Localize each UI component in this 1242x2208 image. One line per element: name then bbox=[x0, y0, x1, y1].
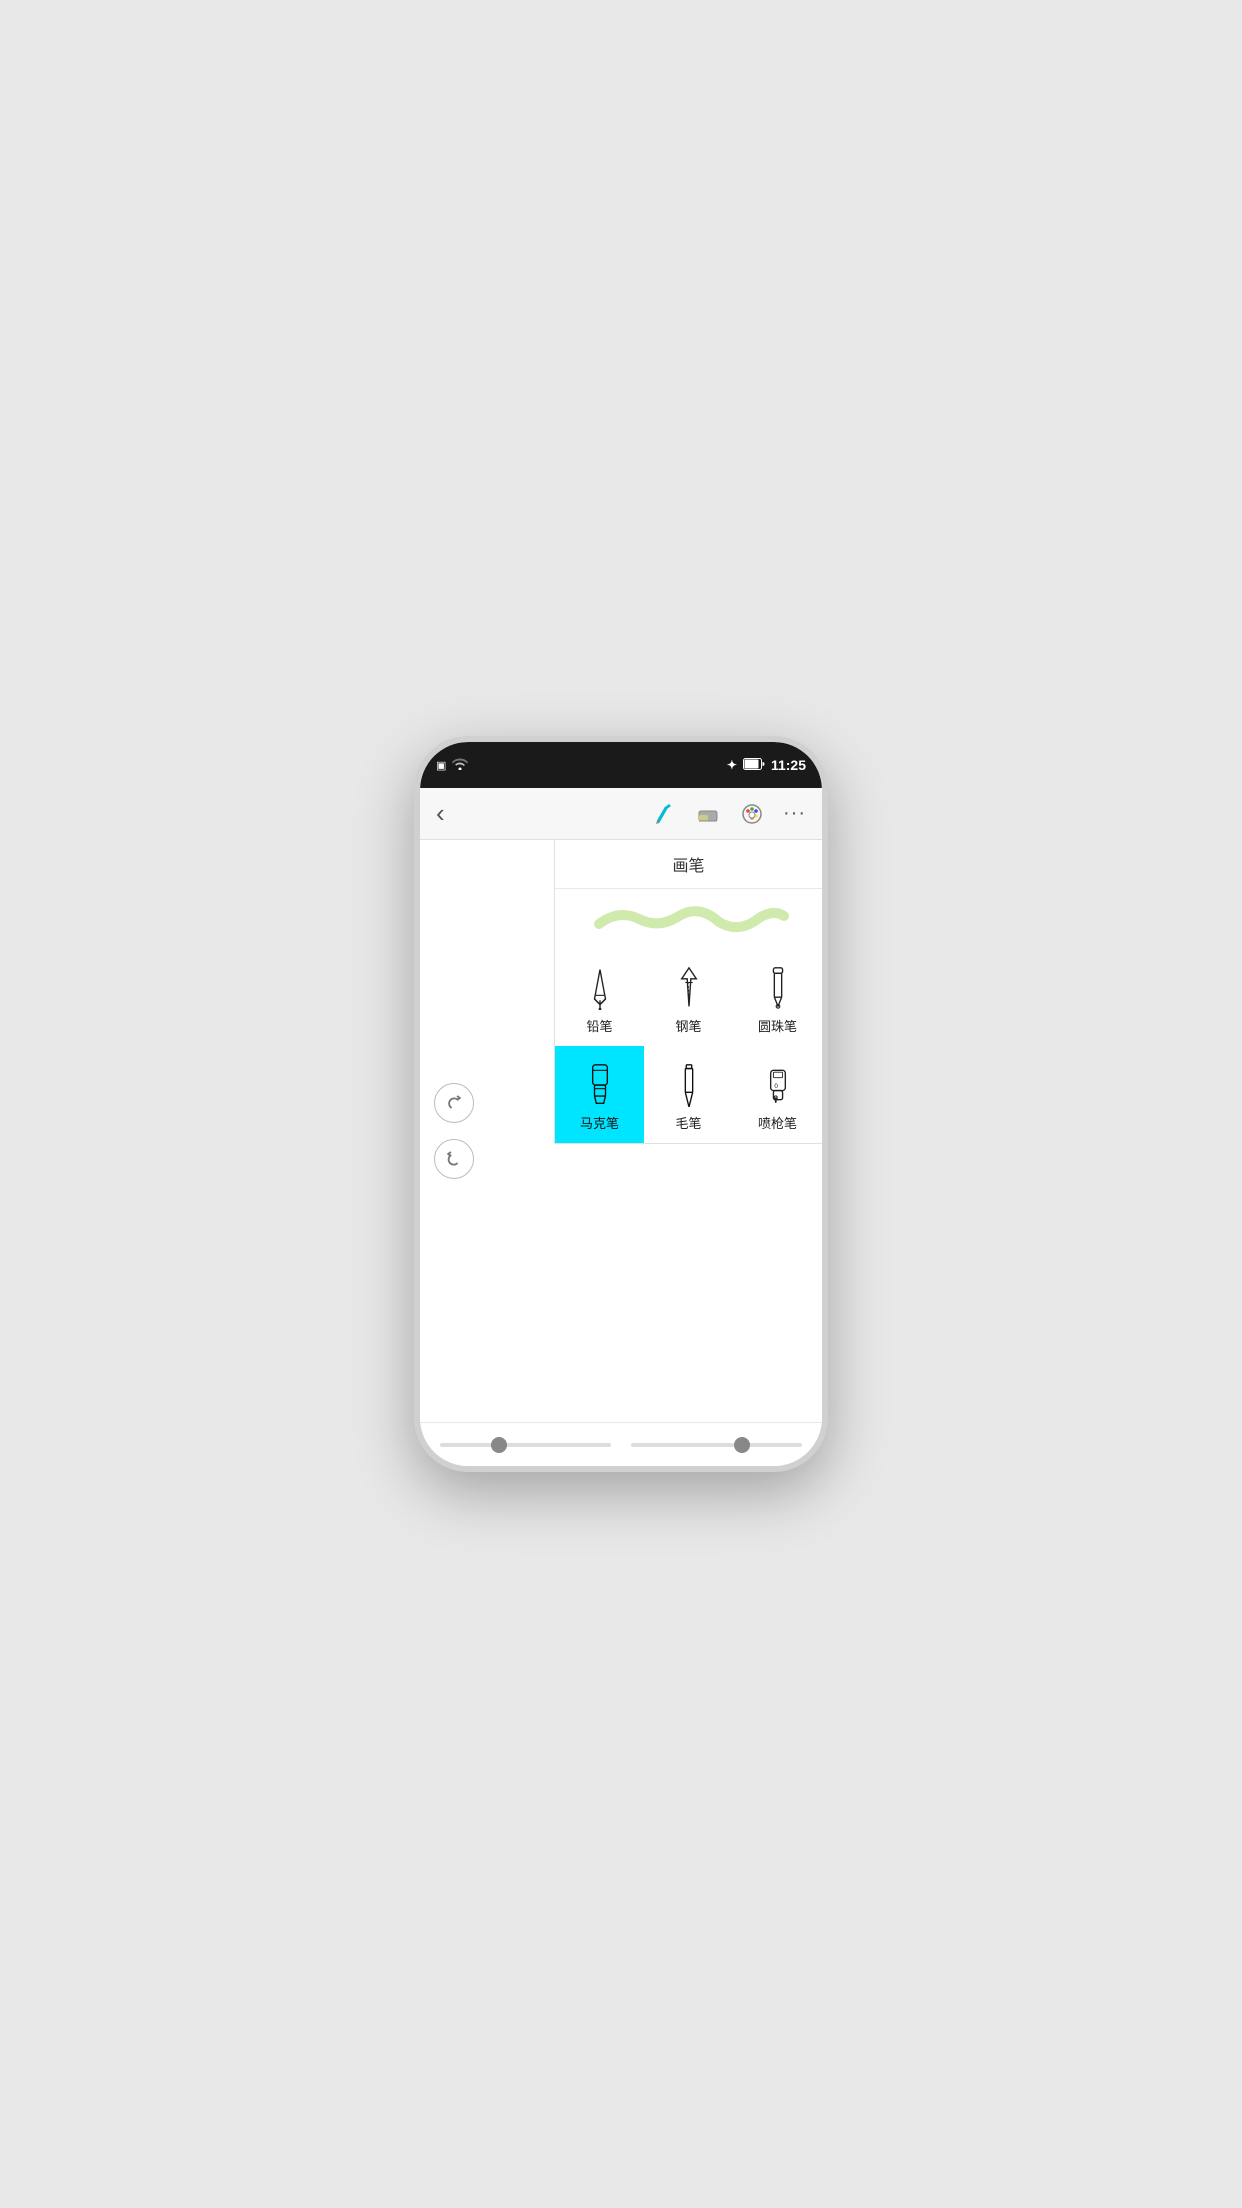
app-content: ‹ bbox=[420, 788, 822, 1466]
brush-item-pencil[interactable]: 铅笔 bbox=[555, 949, 644, 1046]
slider-right bbox=[631, 1443, 802, 1447]
slider-left-track[interactable] bbox=[440, 1443, 611, 1447]
time-display: 11:25 bbox=[771, 757, 806, 773]
brush-item-brush[interactable]: 毛笔 bbox=[644, 1046, 733, 1143]
brush-label-brush: 毛笔 bbox=[675, 1113, 701, 1132]
battery-icon bbox=[743, 758, 765, 773]
brush-item-marker[interactable]: 马克笔 bbox=[555, 1046, 644, 1143]
toolbar-right: ··· bbox=[651, 801, 806, 827]
eraser-tool-icon[interactable] bbox=[695, 801, 721, 827]
slider-left bbox=[440, 1443, 611, 1447]
brush-label-pencil: 铅笔 bbox=[586, 1016, 612, 1035]
sim-icon: ▣ bbox=[436, 759, 446, 772]
slider-left-thumb[interactable] bbox=[491, 1437, 507, 1453]
slider-right-track[interactable] bbox=[631, 1443, 802, 1447]
stroke-preview bbox=[555, 889, 822, 949]
bottom-sliders bbox=[420, 1422, 822, 1466]
brush-label-pen: 钢笔 bbox=[675, 1016, 701, 1035]
status-bar: ▣ ✦ 11:25 bbox=[420, 742, 822, 788]
slider-right-thumb[interactable] bbox=[734, 1437, 750, 1453]
brush-label-spray: 喷枪笔 bbox=[758, 1113, 797, 1132]
brush-panel: 画笔 bbox=[554, 840, 822, 1144]
canvas-area: 画笔 bbox=[420, 840, 822, 1422]
brush-tool-icon[interactable] bbox=[651, 801, 677, 827]
status-right: ✦ 11:25 bbox=[727, 757, 806, 773]
redo-button[interactable] bbox=[434, 1083, 474, 1123]
brush-item-pen[interactable]: 钢笔 bbox=[644, 949, 733, 1046]
undo-button[interactable] bbox=[434, 1139, 474, 1179]
brush-item-ballpen[interactable]: 圆珠笔 bbox=[733, 949, 822, 1046]
status-left: ▣ bbox=[436, 758, 468, 773]
palette-tool-icon[interactable] bbox=[739, 801, 765, 827]
bluetooth-icon: ✦ bbox=[727, 758, 737, 772]
back-button[interactable]: ‹ bbox=[436, 798, 445, 829]
brush-label-marker: 马克笔 bbox=[580, 1113, 619, 1132]
brush-panel-title: 画笔 bbox=[555, 840, 822, 889]
brush-item-spray[interactable]: 0 喷枪笔 bbox=[733, 1046, 822, 1143]
svg-text:0: 0 bbox=[774, 1083, 778, 1090]
phone-screen: ▣ ✦ 11:25 bbox=[420, 742, 822, 1466]
more-options-icon[interactable]: ··· bbox=[783, 802, 806, 825]
side-buttons bbox=[434, 1083, 474, 1179]
brush-grid: 铅笔 钢笔 bbox=[555, 949, 822, 1143]
wifi-icon bbox=[452, 758, 468, 773]
toolbar: ‹ bbox=[420, 788, 822, 840]
phone-frame: ▣ ✦ 11:25 bbox=[414, 736, 828, 1472]
brush-label-ballpen: 圆珠笔 bbox=[758, 1016, 797, 1035]
toolbar-left: ‹ bbox=[436, 798, 445, 829]
